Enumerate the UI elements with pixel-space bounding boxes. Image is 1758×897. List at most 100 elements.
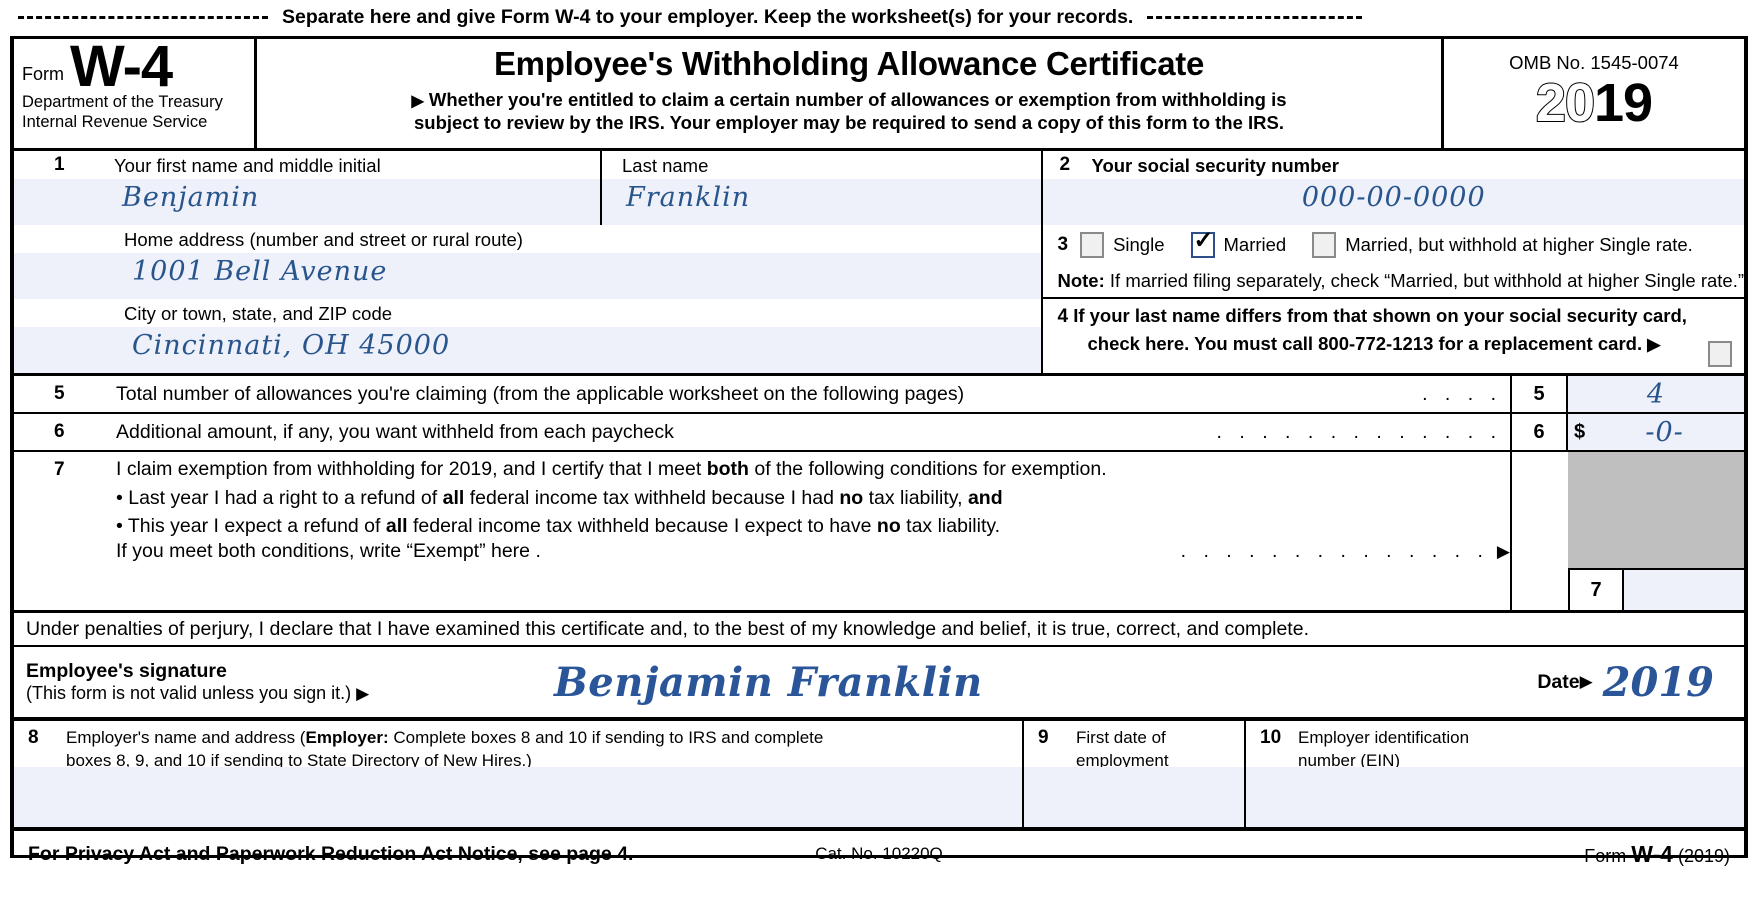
line-5-number: 5 <box>54 383 65 404</box>
tax-year-outline: 20 <box>1535 73 1596 133</box>
department-line-1: Department of the Treasury <box>22 92 223 111</box>
box-9-input[interactable] <box>1024 767 1244 827</box>
line-7-bullet-2: • This year I expect a refund of all fed… <box>54 512 1510 540</box>
line-7-number: 7 <box>54 459 65 480</box>
name-row: 1 Your first name and middle initial Ben… <box>14 151 1042 225</box>
allowances-text-column: 5 Total number of allowances you're clai… <box>14 376 1512 610</box>
date-value[interactable]: 2019 <box>1593 659 1714 706</box>
last-name-label: Last name <box>622 155 709 176</box>
bullet-2-d: no <box>876 514 901 537</box>
checkbox-name-differs[interactable] <box>1708 341 1732 367</box>
marital-note-row: Note: If married filing separately, chec… <box>1043 265 1744 299</box>
line-6-row: 6 Additional amount, if any, you want wi… <box>14 414 1510 452</box>
checkbox-married-higher-single-rate-label: Married, but withhold at higher Single r… <box>1345 234 1693 255</box>
date-block: Date ▶ 2019 <box>1537 659 1744 706</box>
bullet-1-e: tax liability, <box>863 486 968 509</box>
signature-label-line-1: Employee's signature <box>26 660 227 682</box>
box-8-input[interactable] <box>14 767 1022 827</box>
line-7-intro-text: I claim exemption from withholding for 2… <box>116 456 1107 484</box>
shaded-area <box>1568 452 1744 570</box>
signature-label-line-2: (This form is not valid unless you sign … <box>26 683 536 704</box>
box-9-number: 9 <box>1038 727 1049 748</box>
signature-input[interactable]: Benjamin Franklin <box>536 659 1537 706</box>
city-input[interactable]: Cincinnati, OH 45000 <box>14 327 1042 373</box>
city-value: Cincinnati, OH 45000 <box>132 330 451 361</box>
line-6-number: 6 <box>54 421 65 442</box>
ssn-input[interactable]: 000-00-0000 <box>1043 179 1744 225</box>
line-7-exempt-text: If you meet both conditions, write “Exem… <box>116 540 541 563</box>
box-9-caption: 9 First date of employment <box>1024 723 1244 773</box>
bullet-1-b: all <box>442 486 465 509</box>
city-row: City or town, state, and ZIP code Cincin… <box>14 299 1042 373</box>
last-name-caption: Last name <box>602 151 1041 179</box>
first-name-caption: 1 Your first name and middle initial <box>14 151 600 179</box>
department-line-2: Internal Revenue Service <box>22 113 208 132</box>
checkbox-married[interactable] <box>1190 229 1215 258</box>
line-7-intro-post: of the following conditions for exemptio… <box>748 458 1107 480</box>
line-7-intro: 7 I claim exemption from withholding for… <box>54 456 1510 484</box>
box-9-label-line-1: First date of <box>1076 728 1166 747</box>
first-name-value: Benjamin <box>122 182 260 213</box>
signature-label-line-2-text: (This form is not valid unless you sign … <box>26 683 352 703</box>
separator-row: Separate here and give Form W-4 to your … <box>0 0 1758 34</box>
footer-form-pre: Form <box>1584 845 1632 866</box>
page-title: Employee's Withholding Allowance Certifi… <box>493 45 1205 82</box>
bullet-2-a: • This year I expect a refund of <box>116 514 386 537</box>
bullet-2-c: federal income tax withheld because I ex… <box>407 514 877 537</box>
ssn-caption: 2 Your social security number <box>1043 151 1744 179</box>
line-6-input[interactable]: $ -0- <box>1568 414 1744 450</box>
header-subtitle: ▶ Whether you're entitled to claim a cer… <box>271 89 1427 135</box>
line-6-box-key: 6 <box>1512 414 1568 450</box>
line-7-input[interactable] <box>1624 570 1744 610</box>
box-8-text-bold: Employer: <box>305 728 389 747</box>
footer-form-year: (2019) <box>1672 845 1730 866</box>
line-6-value: -0- <box>1645 416 1684 448</box>
w4-form-page: Separate here and give Form W-4 to your … <box>0 0 1758 897</box>
line-7-box: 7 <box>1512 570 1744 610</box>
home-address-row: Home address (number and street or rural… <box>14 225 1042 299</box>
subtitle-line-2: subject to review by the IRS. Your emplo… <box>413 111 1285 133</box>
line-7-exempt-row: If you meet both conditions, write “Exem… <box>54 540 1510 563</box>
ssn-value: 000-00-0000 <box>1301 182 1486 213</box>
header-title-block: Employee's Withholding Allowance Certifi… <box>257 39 1444 148</box>
catalog-number: Cat. No. 10220Q <box>815 844 943 863</box>
home-address-input[interactable]: 1001 Bell Avenue <box>14 253 1042 299</box>
form-body: Form W-4 Department of the Treasury Inte… <box>10 34 1748 867</box>
separator-text: Separate here and give Form W-4 to your … <box>282 5 1134 28</box>
tax-year-solid: 19 <box>1594 73 1653 133</box>
box-10-input[interactable] <box>1246 767 1744 827</box>
line-4-arrow-icon: ▶ <box>1647 334 1661 354</box>
line-5-box: 5 4 <box>1512 376 1744 414</box>
line-2-number: 2 <box>1059 154 1071 175</box>
form-number: W-4 <box>70 34 173 99</box>
employer-name-address-cell: 8 Employer's name and address (Employer:… <box>14 721 1024 827</box>
line-1-number: 1 <box>54 154 65 175</box>
allowances-block: 5 Total number of allowances you're clai… <box>14 376 1744 613</box>
bullet-1-f: and <box>967 486 1003 509</box>
date-label: Date <box>1537 670 1580 693</box>
box-10-label: Employer identification number (EIN) <box>1260 727 1734 773</box>
line-5-input[interactable]: 4 <box>1568 376 1744 412</box>
marital-note: Note: If married filing separately, chec… <box>1057 270 1744 292</box>
form-footer: For Privacy Act and Paperwork Reduction … <box>14 831 1744 877</box>
last-name-cell: Last name Franklin <box>602 151 1042 225</box>
first-name-input[interactable]: Benjamin <box>14 179 600 225</box>
line-7-intro-bold: both <box>706 458 749 480</box>
line-7-row: 7 I claim exemption from withholding for… <box>14 452 1510 563</box>
box-9-label: First date of employment <box>1038 727 1234 773</box>
signature-arrow-icon: ▶ <box>356 684 370 703</box>
box-8-text-pre: Employer's name and address ( <box>66 728 306 747</box>
home-address-label: Home address (number and street or rural… <box>124 229 523 250</box>
line-4-number: 4 <box>1057 306 1069 327</box>
marital-note-text: If married filing separately, check “Mar… <box>1109 270 1744 291</box>
header-omb-block: OMB No. 1545-0074 2019 <box>1444 39 1744 148</box>
checkbox-married-higher-single-rate[interactable] <box>1312 232 1337 258</box>
form-header: Form W-4 Department of the Treasury Inte… <box>14 34 1744 151</box>
header-agency-block: Form W-4 Department of the Treasury Inte… <box>14 34 257 148</box>
bullet-2-b: all <box>385 514 408 537</box>
checkbox-single[interactable] <box>1080 232 1105 258</box>
last-name-input[interactable]: Franklin <box>602 179 1042 225</box>
line-7-box-key: 7 <box>1568 570 1624 610</box>
bullet-1-d: no <box>839 486 864 509</box>
marital-status-row: 3 Single Married Married, but withhold a… <box>1043 225 1744 265</box>
